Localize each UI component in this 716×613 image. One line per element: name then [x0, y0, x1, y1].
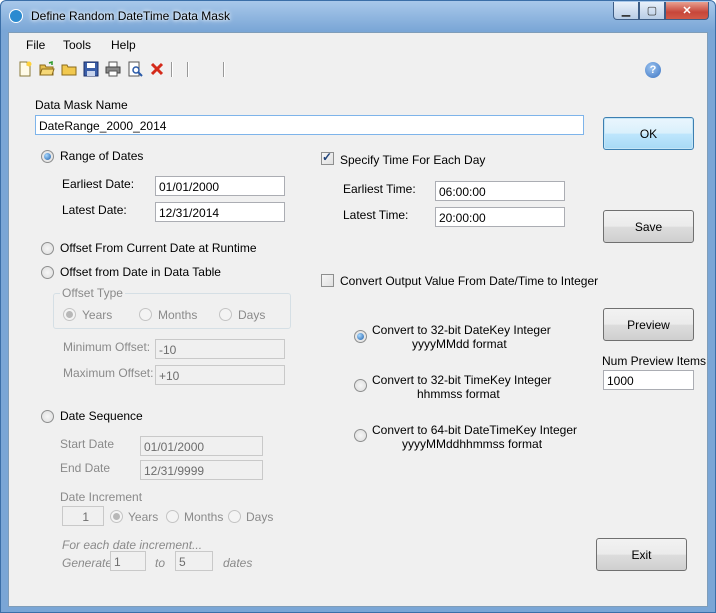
- menu-help[interactable]: Help: [111, 38, 136, 52]
- earliest-date-input[interactable]: 01/01/2000: [155, 176, 285, 196]
- date-sequence-radio[interactable]: [41, 410, 54, 423]
- start-date-label: Start Date: [60, 437, 115, 451]
- folder-icon[interactable]: [61, 61, 77, 77]
- maximize-button[interactable]: ▢: [639, 2, 665, 20]
- dialog-window: Define Random DateTime Data Mask ▁ ▢ ✕ F…: [0, 0, 716, 613]
- specify-time-label: Specify Time For Each Day: [340, 153, 486, 167]
- convert-timekey-radio[interactable]: [354, 379, 367, 392]
- num-preview-input[interactable]: 1000: [603, 370, 694, 390]
- convert-timekey-format: hhmmss format: [417, 387, 500, 401]
- convert-datetimekey-radio[interactable]: [354, 429, 367, 442]
- end-date-input[interactable]: 12/31/9999: [140, 460, 263, 480]
- exit-button[interactable]: Exit: [596, 538, 687, 571]
- specify-time-checkbox[interactable]: [321, 150, 334, 165]
- dates-label: dates: [223, 556, 253, 570]
- range-of-dates-radio[interactable]: [41, 150, 54, 163]
- range-of-dates-label: Range of Dates: [60, 149, 144, 163]
- sequence-months-radio[interactable]: [166, 510, 179, 523]
- end-date-label: End Date: [60, 461, 111, 475]
- offset-days-radio[interactable]: [219, 308, 232, 321]
- convert-datekey-label: Convert to 32-bit DateKey Integer: [372, 323, 551, 337]
- convert-datekey-format: yyyyMMdd format: [412, 337, 507, 351]
- sequence-days-radio[interactable]: [228, 510, 241, 523]
- help-icon[interactable]: ?: [645, 62, 661, 78]
- earliest-date-label: Earliest Date:: [62, 177, 135, 191]
- preview-button[interactable]: Preview: [603, 308, 694, 341]
- convert-timekey-label: Convert to 32-bit TimeKey Integer: [372, 373, 552, 387]
- menu-tools[interactable]: Tools: [63, 38, 91, 52]
- window-controls: ▁ ▢ ✕: [613, 2, 709, 21]
- sequence-years-radio[interactable]: [110, 510, 123, 523]
- offset-runtime-radio[interactable]: [41, 242, 54, 255]
- open-folder-icon[interactable]: [39, 61, 55, 77]
- sequence-years-label: Years: [128, 510, 159, 524]
- minimum-offset-input[interactable]: -10: [155, 339, 285, 359]
- print-icon[interactable]: [105, 61, 121, 77]
- offset-years-label: Years: [82, 308, 113, 322]
- convert-datetimekey-format: yyyyMMddhhmmss format: [402, 437, 543, 451]
- ok-button[interactable]: OK: [603, 117, 694, 150]
- generate-to-input[interactable]: 5: [175, 551, 213, 571]
- app-icon: [9, 9, 23, 23]
- mask-name-input[interactable]: DateRange_2000_2014: [35, 115, 584, 135]
- title-bar[interactable]: Define Random DateTime Data Mask ▁ ▢ ✕: [1, 1, 715, 31]
- date-sequence-label: Date Sequence: [60, 409, 143, 423]
- convert-datetimekey-label: Convert to 64-bit DateTimeKey Integer: [372, 423, 577, 437]
- toolbar-separator: [223, 62, 225, 77]
- delete-icon[interactable]: [149, 61, 165, 77]
- offset-table-label: Offset from Date in Data Table: [60, 265, 221, 279]
- window-title: Define Random DateTime Data Mask: [31, 9, 230, 23]
- latest-date-input[interactable]: 12/31/2014: [155, 202, 285, 222]
- date-increment-label: Date Increment: [60, 490, 143, 504]
- offset-runtime-label: Offset From Current Date at Runtime: [60, 241, 257, 255]
- sequence-months-label: Months: [184, 510, 224, 524]
- save-icon[interactable]: [83, 61, 99, 77]
- print-preview-icon[interactable]: [127, 61, 143, 77]
- close-button[interactable]: ✕: [665, 2, 709, 20]
- toolbar: [9, 57, 707, 83]
- maximize-icon: ▢: [646, 5, 658, 17]
- offset-days-label: Days: [238, 308, 266, 322]
- convert-datekey-radio[interactable]: [354, 330, 367, 343]
- offset-table-radio[interactable]: [41, 266, 54, 279]
- minimize-button[interactable]: ▁: [613, 2, 639, 20]
- maximum-offset-input[interactable]: +10: [155, 365, 285, 385]
- start-date-input[interactable]: 01/01/2000: [140, 436, 263, 456]
- dialog-client-area: File Tools Help ? Data Mask Name DateRan…: [8, 32, 708, 607]
- generate-to-label: to: [155, 556, 166, 570]
- new-file-icon[interactable]: [17, 61, 33, 77]
- convert-to-integer-checkbox[interactable]: [321, 274, 334, 287]
- minimum-offset-label: Minimum Offset:: [63, 340, 151, 354]
- menu-bar: File Tools Help: [9, 33, 707, 55]
- num-preview-label: Num Preview Items: [602, 354, 707, 368]
- offset-months-radio[interactable]: [139, 308, 152, 321]
- generate-from-input[interactable]: 1: [110, 551, 146, 571]
- toolbar-separator: [171, 62, 173, 77]
- latest-date-label: Latest Date:: [62, 203, 127, 217]
- minimize-icon: ▁: [621, 5, 631, 17]
- offset-type-title: Offset Type: [60, 286, 125, 300]
- date-increment-input[interactable]: 1: [62, 506, 104, 526]
- menu-file[interactable]: File: [26, 38, 45, 52]
- generate-label: Generate: [62, 556, 113, 570]
- toolbar-separator: [187, 62, 189, 77]
- sequence-days-label: Days: [246, 510, 274, 524]
- offset-years-radio[interactable]: [63, 308, 76, 321]
- save-button[interactable]: Save: [603, 210, 694, 243]
- mask-name-label: Data Mask Name: [35, 98, 128, 112]
- close-icon: ✕: [682, 5, 692, 17]
- sequence-note: For each date increment...: [62, 538, 203, 552]
- maximum-offset-label: Maximum Offset:: [63, 366, 154, 380]
- latest-time-label: Latest Time:: [343, 208, 409, 222]
- offset-months-label: Months: [158, 308, 198, 322]
- earliest-time-input[interactable]: 06:00:00: [435, 181, 565, 201]
- latest-time-input[interactable]: 20:00:00: [435, 207, 565, 227]
- earliest-time-label: Earliest Time:: [343, 182, 416, 196]
- convert-to-integer-label: Convert Output Value From Date/Time to I…: [340, 274, 599, 288]
